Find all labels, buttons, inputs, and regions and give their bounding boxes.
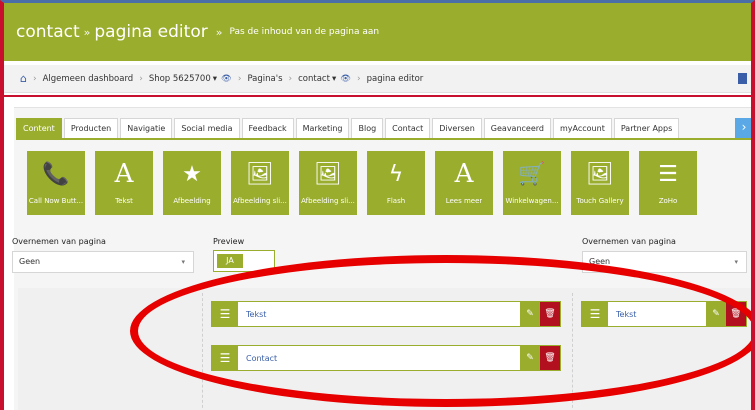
- tab-myaccount[interactable]: myAccount: [553, 118, 612, 138]
- page-description: Pas de inhoud van de pagina aan: [229, 27, 380, 37]
- chevron-right-icon: ›: [237, 73, 242, 84]
- tab-content[interactable]: Content: [16, 118, 62, 138]
- widget-tekst[interactable]: A Tekst: [95, 151, 153, 215]
- star-icon: ★: [182, 161, 202, 187]
- breadcrumb-current: pagina editor: [366, 73, 424, 84]
- tab-producten[interactable]: Producten: [63, 118, 119, 138]
- widget-label: Winkelwagen...: [505, 197, 559, 205]
- title-separator: »: [83, 25, 91, 39]
- divider: [4, 95, 751, 97]
- widget-zoho[interactable]: ☰ ZoHo: [639, 151, 697, 215]
- image-icon: 🖼: [246, 161, 274, 187]
- home-icon[interactable]: ⌂: [20, 72, 27, 85]
- breadcrumb-dashboard[interactable]: Algemeen dashboard: [43, 74, 134, 84]
- breadcrumb-shop[interactable]: Shop 5625700: [149, 74, 211, 84]
- breadcrumb-contact[interactable]: contact: [298, 74, 330, 84]
- widget-label: Call Now Butt...: [28, 197, 84, 205]
- left-copy-value: Geen: [19, 257, 41, 266]
- chevron-right-icon: ›: [139, 73, 143, 84]
- widget-touch-gallery[interactable]: 🖼 Touch Gallery: [571, 151, 629, 215]
- widget-label: Lees meer: [445, 197, 483, 205]
- widget-label: Afbeelding: [173, 197, 211, 205]
- eye-icon[interactable]: 👁: [340, 74, 351, 84]
- tab-feedback[interactable]: Feedback: [241, 118, 294, 138]
- bolt-icon: ϟ: [388, 161, 404, 187]
- tab-next-button[interactable]: ›: [735, 118, 751, 138]
- right-copy-label: Overnemen van pagina: [582, 237, 676, 246]
- widget-label: Flash: [386, 197, 406, 205]
- widget-afbeelding[interactable]: ★ Afbeelding: [163, 151, 221, 215]
- widget-call-now[interactable]: 📞 Call Now Butt...: [27, 151, 85, 215]
- tab-diversen[interactable]: Diversen: [432, 118, 482, 138]
- tab-marketing[interactable]: Marketing: [295, 118, 350, 138]
- preview-toggle-on: JA: [217, 254, 243, 268]
- tab-navigatie[interactable]: Navigatie: [120, 118, 173, 138]
- preview-label: Preview: [213, 237, 245, 246]
- widget-winkelwagen[interactable]: 🛒 Winkelwagen...: [503, 151, 561, 215]
- chevron-right-icon: ›: [357, 73, 361, 84]
- tab-bar: Content Producten Navigatie Social media…: [16, 118, 681, 138]
- tab-partner-apps[interactable]: Partner Apps: [613, 118, 680, 138]
- tab-contact[interactable]: Contact: [385, 118, 431, 138]
- breadcrumb-pages[interactable]: Pagina's: [247, 74, 282, 84]
- widget-label: Tekst: [115, 197, 133, 205]
- widget-flash[interactable]: ϟ Flash: [367, 151, 425, 215]
- title-separator-2: »: [215, 25, 223, 39]
- eye-icon[interactable]: 👁: [221, 74, 232, 84]
- image-icon: 🖼: [586, 161, 614, 187]
- page-header: contact » pagina editor » Pas de inhoud …: [4, 3, 751, 61]
- annotation-ellipse: [130, 255, 751, 407]
- text-icon: A: [114, 159, 134, 189]
- tab-blog[interactable]: Blog: [351, 118, 384, 138]
- chevron-down-icon: ▾: [181, 258, 185, 266]
- breadcrumb: ⌂ › Algemeen dashboard › Shop 5625700 ▾ …: [4, 65, 751, 93]
- left-copy-label: Overnemen van pagina: [12, 237, 106, 246]
- app-frame: contact » pagina editor » Pas de inhoud …: [0, 0, 755, 410]
- widget-afbeelding-slider-2[interactable]: 🖼 Afbeelding sli...: [299, 151, 357, 215]
- chevron-right-icon: ›: [32, 73, 37, 84]
- page-subtitle: pagina editor: [94, 22, 208, 42]
- chevron-down-icon: ▾: [734, 258, 738, 266]
- page-title: contact: [16, 22, 80, 42]
- image-icon: 🖼: [314, 161, 342, 187]
- chevron-right-icon: ›: [288, 73, 293, 84]
- tab-social-media[interactable]: Social media: [174, 118, 240, 138]
- widget-label: Afbeelding sli...: [233, 197, 287, 205]
- widget-label: Afbeelding sli...: [301, 197, 355, 205]
- tab-geavanceerd[interactable]: Geavanceerd: [483, 118, 551, 138]
- widget-label: ZoHo: [658, 197, 678, 205]
- widget-palette: 📞 Call Now Butt... A Tekst ★ Afbeelding …: [27, 151, 697, 215]
- widget-lees-meer[interactable]: A Lees meer: [435, 151, 493, 215]
- tab-underline: [16, 138, 751, 140]
- cart-icon: 🛒: [518, 161, 546, 187]
- chevron-down-icon[interactable]: ▾: [213, 74, 217, 84]
- phone-icon: 📞: [42, 161, 70, 187]
- text-icon: A: [454, 159, 474, 189]
- menu-icon: ☰: [658, 161, 678, 187]
- chevron-down-icon[interactable]: ▾: [332, 74, 336, 84]
- widget-label: Touch Gallery: [576, 197, 624, 205]
- left-copy-select[interactable]: Geen ▾: [12, 251, 194, 273]
- document-icon[interactable]: [738, 73, 747, 84]
- widget-afbeelding-slider-1[interactable]: 🖼 Afbeelding sli...: [231, 151, 289, 215]
